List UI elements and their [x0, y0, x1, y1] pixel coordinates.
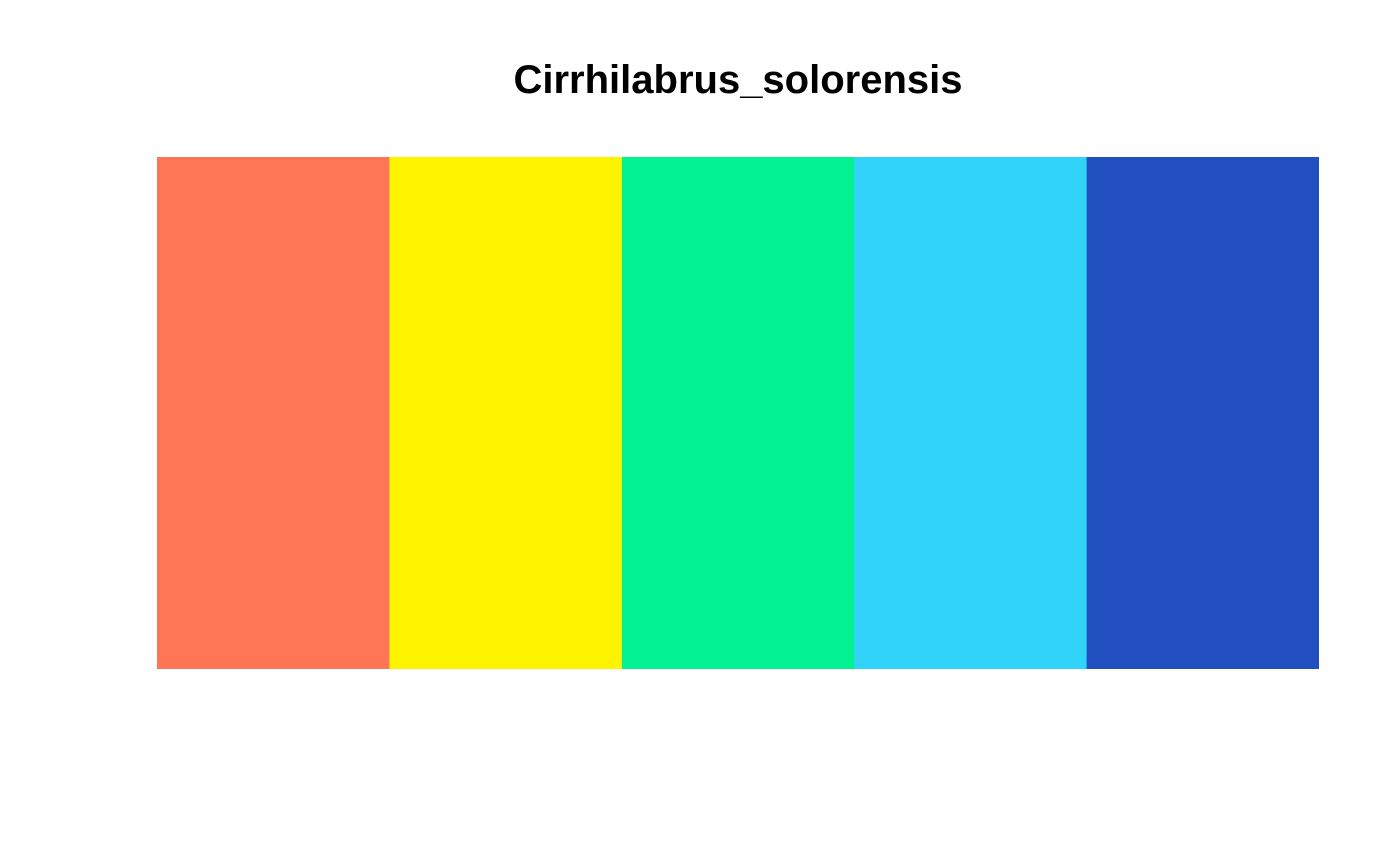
palette-swatch-strip	[157, 157, 1319, 669]
palette-swatch-4	[854, 157, 1088, 669]
palette-swatch-5	[1086, 157, 1319, 669]
palette-swatch-1	[157, 157, 390, 669]
chart-title: Cirrhilabrus_solorensis	[513, 58, 963, 102]
palette-swatch-3	[621, 157, 855, 669]
palette-swatch-2	[389, 157, 623, 669]
